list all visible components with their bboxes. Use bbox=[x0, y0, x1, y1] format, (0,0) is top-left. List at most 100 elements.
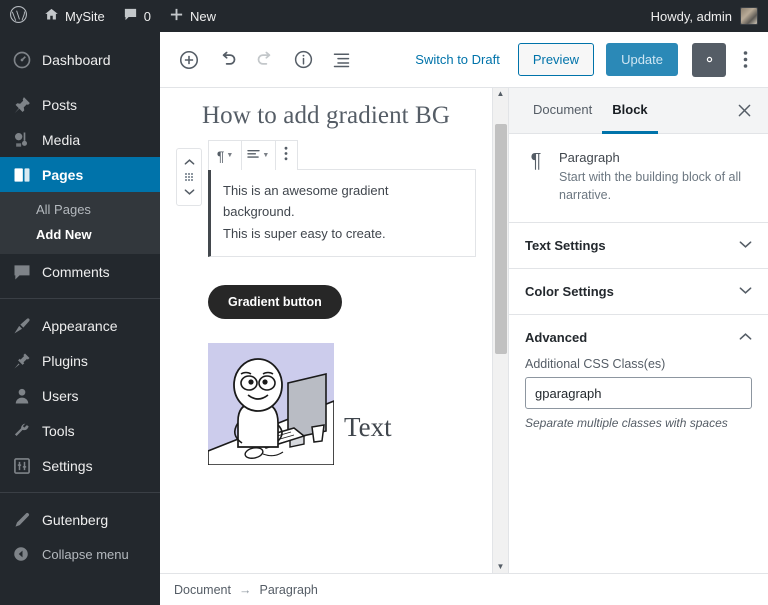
paragraph-block[interactable]: This is an awesome gradient background. … bbox=[208, 169, 476, 258]
sidebar-item-users[interactable]: Users bbox=[0, 378, 160, 413]
pages-submenu: All Pages Add New bbox=[0, 192, 160, 254]
preview-button[interactable]: Preview bbox=[517, 43, 595, 76]
breadcrumb-arrow-icon: → bbox=[238, 582, 252, 597]
block-mover[interactable] bbox=[176, 148, 202, 206]
sidebar-item-dashboard[interactable]: Dashboard bbox=[0, 42, 160, 77]
settings-sidebar: Document Block ¶ Paragraph Start with th… bbox=[508, 88, 768, 573]
submenu-item-add-new[interactable]: Add New bbox=[0, 222, 160, 247]
sidebar-item-appearance[interactable]: Appearance bbox=[0, 308, 160, 343]
additional-css-classes-input[interactable] bbox=[525, 377, 752, 410]
align-left-icon bbox=[247, 147, 261, 165]
editor-canvas[interactable]: How to add gradient BG ¶ ▼ ▼ This is an … bbox=[160, 88, 492, 573]
update-button[interactable]: Update bbox=[606, 43, 678, 76]
comments-count: 0 bbox=[143, 8, 151, 24]
submenu-item-all-pages[interactable]: All Pages bbox=[0, 197, 160, 222]
sidebar-item-label: Settings bbox=[42, 457, 93, 474]
breadcrumb-document[interactable]: Document bbox=[174, 583, 231, 597]
scrollbar-thumb[interactable] bbox=[495, 124, 507, 354]
pin-icon bbox=[12, 95, 32, 115]
submenu-item-label: Add New bbox=[36, 227, 92, 242]
tab-block[interactable]: Block bbox=[602, 88, 658, 134]
sidebar-item-label: Posts bbox=[42, 96, 78, 113]
sidebar-item-label: Tools bbox=[42, 422, 75, 439]
sidebar-item-label: Media bbox=[42, 131, 81, 148]
sidebar-item-label: Gutenberg bbox=[42, 511, 109, 528]
sidebar-item-pages[interactable]: Pages bbox=[0, 157, 160, 192]
switch-to-draft-button[interactable]: Switch to Draft bbox=[405, 52, 510, 67]
meme-image bbox=[208, 343, 334, 466]
wordpress-logo-icon bbox=[9, 5, 28, 27]
panel-text-settings[interactable]: Text Settings bbox=[509, 223, 768, 270]
block-align-button[interactable]: ▼ bbox=[242, 141, 276, 170]
panel-color-settings[interactable]: Color Settings bbox=[509, 269, 768, 316]
editor-body: How to add gradient BG ¶ ▼ ▼ This is an … bbox=[160, 88, 768, 573]
close-icon[interactable] bbox=[732, 99, 756, 123]
sidebar-item-label: Plugins bbox=[42, 352, 88, 369]
gradient-button[interactable]: Gradient button bbox=[208, 285, 342, 320]
gear-icon[interactable] bbox=[692, 42, 726, 77]
dashboard-icon bbox=[12, 50, 32, 70]
drag-handle-icon[interactable] bbox=[185, 173, 193, 181]
comment-bubble-icon bbox=[123, 7, 138, 25]
block-card-text: Paragraph Start with the building block … bbox=[559, 150, 752, 204]
block-format-toolbar: ¶ ▼ ▼ bbox=[208, 140, 298, 170]
menu-divider bbox=[0, 298, 160, 299]
block-card-description: Start with the building block of all nar… bbox=[559, 170, 742, 203]
sidebar-item-label: Appearance bbox=[42, 317, 118, 334]
user-icon bbox=[12, 386, 32, 406]
sidebar-item-posts[interactable]: Posts bbox=[0, 87, 160, 122]
panel-advanced[interactable]: Advanced bbox=[509, 315, 768, 357]
block-more-options-button[interactable] bbox=[276, 141, 298, 170]
block-card-title: Paragraph bbox=[559, 150, 620, 165]
undo-icon[interactable] bbox=[210, 43, 244, 77]
comment-icon bbox=[12, 262, 32, 282]
sidebar-item-settings[interactable]: Settings bbox=[0, 448, 160, 483]
admin-sidebar: Dashboard Posts Media Pages All Pages Ad… bbox=[0, 32, 160, 605]
sidebar-item-media[interactable]: Media bbox=[0, 122, 160, 157]
button-block[interactable]: Gradient button bbox=[208, 285, 492, 320]
editor-header-toolbar: Switch to Draft Preview Update bbox=[160, 32, 768, 88]
new-content-menu[interactable]: New bbox=[160, 0, 225, 32]
block-card: ¶ Paragraph Start with the building bloc… bbox=[509, 134, 768, 224]
sidebar-item-label: Pages bbox=[42, 166, 84, 183]
add-block-icon[interactable] bbox=[172, 43, 206, 77]
sidebar-item-gutenberg[interactable]: Gutenberg bbox=[0, 502, 160, 537]
comments-bubble-button[interactable]: 0 bbox=[114, 0, 160, 32]
plugin-plug-icon bbox=[12, 351, 32, 371]
panel-label: Advanced bbox=[525, 330, 588, 346]
kebab-menu-icon[interactable] bbox=[732, 43, 758, 77]
scroll-up-arrow-icon[interactable]: ▲ bbox=[497, 90, 505, 98]
wordpress-logo-button[interactable] bbox=[0, 0, 35, 32]
sidebar-item-tools[interactable]: Tools bbox=[0, 413, 160, 448]
chevron-down-icon[interactable] bbox=[184, 183, 195, 201]
new-label: New bbox=[189, 8, 216, 24]
appearance-brush-icon bbox=[12, 316, 32, 336]
plus-icon bbox=[169, 7, 184, 25]
block-type-paragraph-button[interactable]: ¶ ▼ bbox=[209, 141, 243, 170]
css-class-field-label: Additional CSS Class(es) bbox=[525, 357, 666, 372]
info-icon[interactable] bbox=[286, 43, 320, 77]
sidebar-item-comments[interactable]: Comments bbox=[0, 254, 160, 289]
list-view-icon[interactable] bbox=[324, 43, 358, 77]
tab-document[interactable]: Document bbox=[523, 88, 602, 134]
media-text-label[interactable]: Text bbox=[344, 412, 392, 443]
breadcrumb-paragraph[interactable]: Paragraph bbox=[259, 583, 317, 597]
advanced-panel-body: Additional CSS Class(es) Separate multip… bbox=[509, 357, 768, 446]
chevron-up-icon bbox=[739, 332, 752, 344]
site-name-menu[interactable]: MySite bbox=[35, 0, 114, 32]
sidebar-item-label: Users bbox=[42, 387, 79, 404]
pages-icon bbox=[12, 165, 32, 185]
wrench-icon bbox=[12, 421, 32, 441]
settings-sliders-icon bbox=[12, 456, 32, 476]
page-title[interactable]: How to add gradient BG bbox=[160, 88, 492, 132]
media-text-block[interactable]: Text bbox=[208, 343, 492, 466]
collapse-arrow-icon bbox=[12, 545, 32, 565]
sidebar-item-plugins[interactable]: Plugins bbox=[0, 343, 160, 378]
account-menu[interactable]: Howdy, admin bbox=[642, 0, 768, 32]
chevron-up-icon[interactable] bbox=[184, 153, 195, 171]
canvas-scrollbar[interactable]: ▲ ▼ bbox=[492, 88, 508, 573]
collapse-menu-button[interactable]: Collapse menu bbox=[0, 537, 160, 572]
editor-canvas-wrapper: How to add gradient BG ¶ ▼ ▼ This is an … bbox=[160, 88, 492, 573]
block-editor: Switch to Draft Preview Update How to ad… bbox=[160, 32, 768, 605]
scroll-down-arrow-icon[interactable]: ▼ bbox=[497, 563, 505, 571]
